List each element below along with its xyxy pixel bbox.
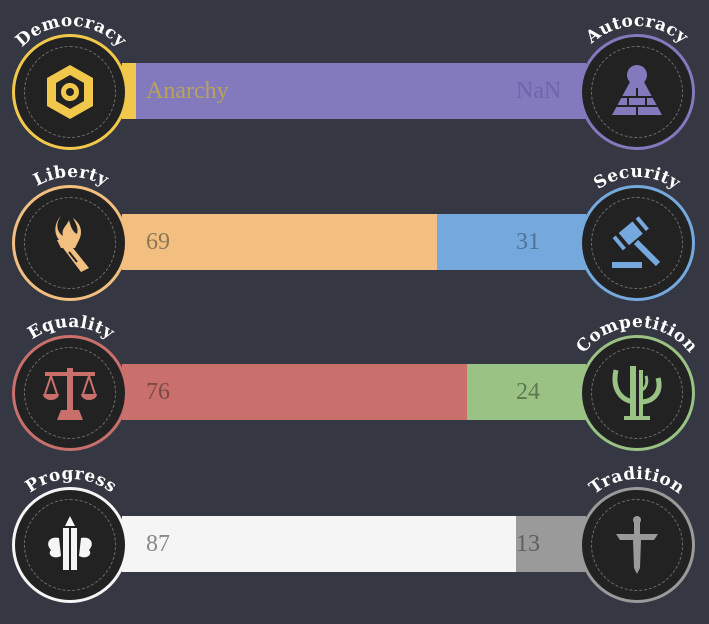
axis-row-progress-tradition: 87 13 Progress Tradition [0, 453, 709, 603]
axis-labels: Equality Competition [24, 312, 701, 357]
axis-labels: Progress Tradition [22, 464, 688, 499]
axis-row-democracy-autocracy: Anarchy NaN Democracy Autocracy [0, 0, 709, 150]
left-label: Democracy [12, 11, 131, 52]
right-label: Autocracy [582, 11, 693, 48]
left-label: Equality [24, 312, 118, 344]
axis-labels: Liberty Security [30, 162, 684, 194]
axis-row-equality-competition: 76 24 Equality Competition [0, 301, 709, 451]
axis-row-liberty-security: 69 31 Liberty Security [0, 151, 709, 301]
axis-labels: Democracy Autocracy [12, 11, 693, 52]
right-label: Competition [572, 312, 701, 357]
left-label: Progress [22, 464, 120, 497]
right-label: Tradition [586, 464, 688, 499]
right-label: Security [590, 162, 684, 194]
left-label: Liberty [30, 162, 112, 191]
